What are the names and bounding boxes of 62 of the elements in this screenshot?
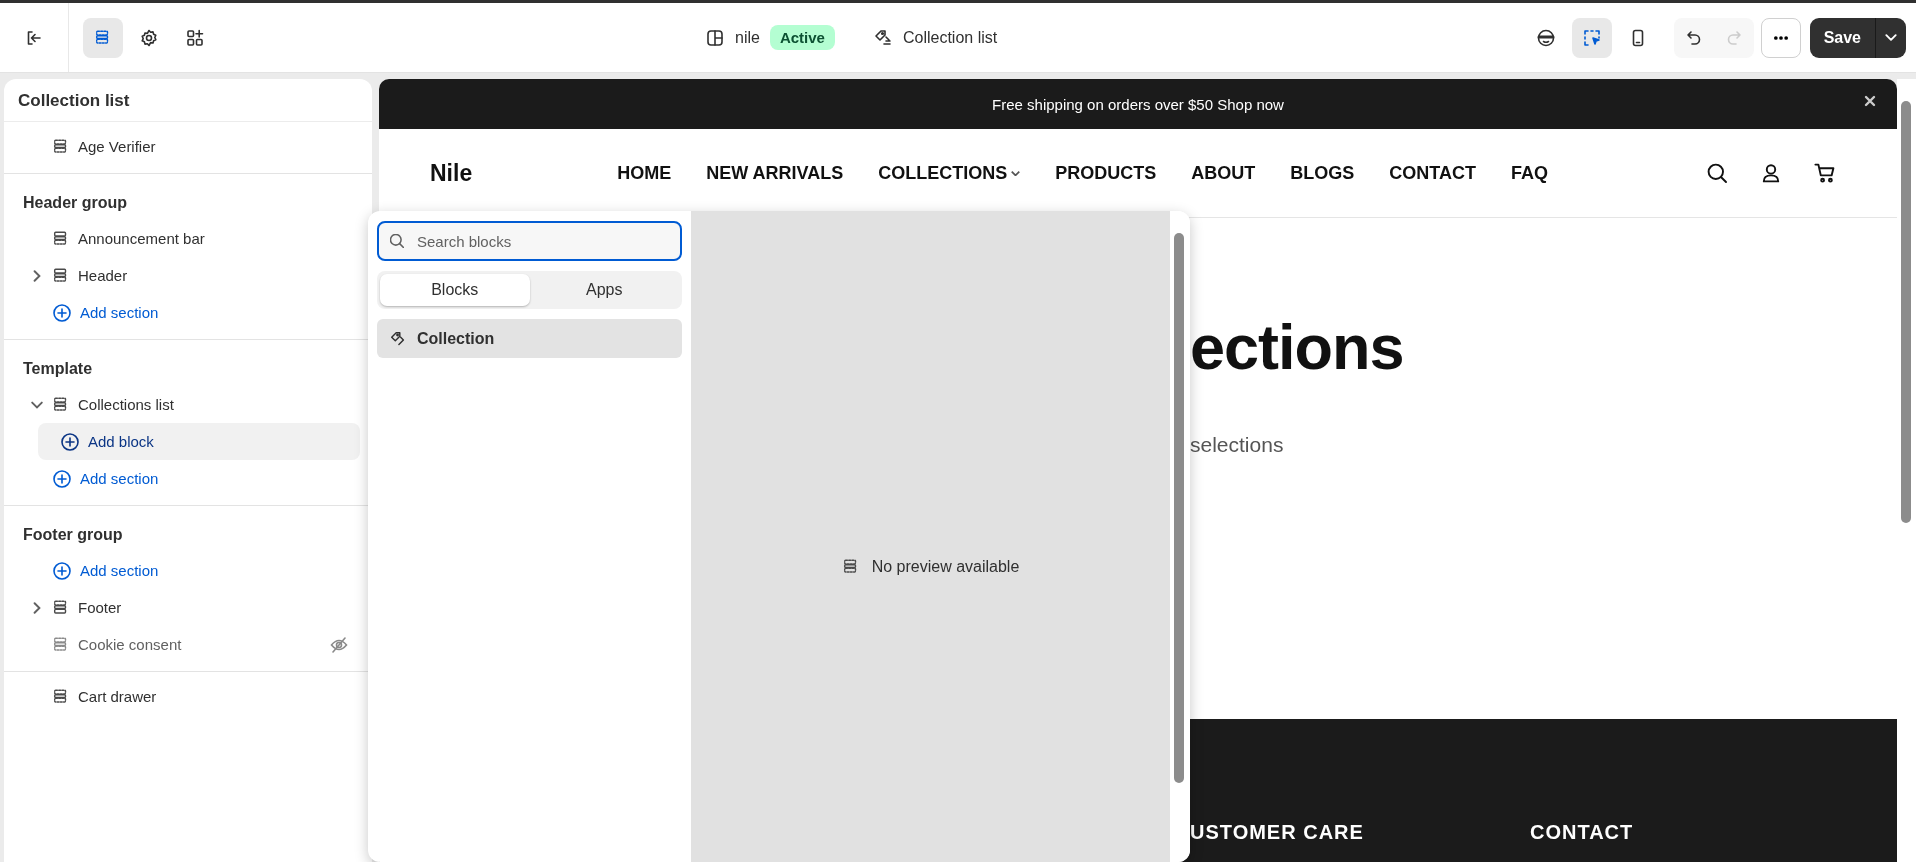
- add-button[interactable]: Add section: [4, 552, 360, 589]
- section-item[interactable]: Header: [4, 257, 360, 294]
- picker-tab[interactable]: Apps: [529, 274, 679, 306]
- page-subheading: selections: [1190, 433, 1285, 457]
- store-logo[interactable]: Nile: [430, 159, 473, 187]
- add-button[interactable]: Add section: [4, 460, 360, 497]
- search-field[interactable]: Search blocks: [377, 221, 682, 261]
- empty-preview-message: No preview available: [871, 557, 1020, 576]
- apps-icon: [185, 27, 205, 48]
- add-icon: [52, 302, 72, 323]
- nav-link[interactable]: ABOUT: [1191, 162, 1256, 184]
- caret-icon: [1885, 34, 1897, 41]
- more-icon: [1773, 35, 1788, 40]
- layout-icon: [705, 27, 725, 48]
- chevron-icon[interactable]: [33, 601, 41, 614]
- section-item[interactable]: Age Verifier: [4, 128, 360, 165]
- select-icon: [1581, 27, 1602, 48]
- theme-name: nile: [735, 28, 760, 47]
- add-button[interactable]: Add section: [4, 294, 360, 331]
- settings-icon: [139, 27, 159, 48]
- scrollbar[interactable]: [1897, 79, 1916, 862]
- section-item[interactable]: Cookie consent: [4, 626, 360, 663]
- page-heading: ections: [1190, 311, 1405, 383]
- nav-link[interactable]: PRODUCTS: [1055, 162, 1157, 184]
- group-title: Template: [22, 359, 94, 379]
- nav-link[interactable]: NEW ARRIVALS: [706, 162, 844, 184]
- block-item[interactable]: Collection: [377, 319, 682, 358]
- footer-heading: USTOMER CARE: [1190, 821, 1365, 844]
- scrollbar[interactable]: [1170, 211, 1190, 862]
- section-item[interactable]: Footer: [4, 589, 360, 626]
- cart-icon: [1813, 161, 1837, 185]
- section-item[interactable]: Collections list: [4, 386, 360, 423]
- more-button[interactable]: [1760, 17, 1801, 58]
- tag-icon: [389, 329, 407, 348]
- add-icon: [52, 468, 72, 489]
- nav-link[interactable]: HOME: [617, 162, 672, 184]
- nav-link[interactable]: FAQ: [1510, 162, 1548, 184]
- nav-link[interactable]: COLLECTIONS: [878, 162, 1021, 184]
- announcement-text: Free shipping on orders over $50 Shop now: [992, 95, 1284, 113]
- group-title: Footer group: [22, 525, 124, 545]
- group-title: Header group: [22, 193, 128, 213]
- section-item[interactable]: Cart drawer: [4, 678, 360, 715]
- search-icon: [390, 234, 404, 248]
- nav-link[interactable]: BLOGS: [1290, 162, 1355, 184]
- chevron-icon[interactable]: [33, 269, 41, 282]
- page-title[interactable]: Collection list: [902, 28, 998, 47]
- close-icon: [1863, 94, 1877, 108]
- picker-tab[interactable]: Blocks: [380, 274, 530, 306]
- nav-link[interactable]: CONTACT: [1389, 162, 1476, 184]
- search-icon: [1705, 161, 1729, 185]
- status-badge: Active: [769, 25, 835, 50]
- add-icon: [52, 560, 72, 581]
- sidebar-title: Collection list: [4, 79, 372, 122]
- footer-heading: CONTACT: [1530, 821, 1635, 844]
- add-button[interactable]: Add block: [38, 423, 360, 460]
- tag-icon: [872, 27, 893, 48]
- mask-face-icon: [1535, 27, 1556, 48]
- hidden-eye-icon[interactable]: [330, 636, 348, 653]
- toolbar-button[interactable]: [83, 17, 123, 58]
- section-item[interactable]: Announcement bar: [4, 220, 360, 257]
- chevron-icon[interactable]: [31, 400, 43, 409]
- add-icon: [60, 431, 80, 452]
